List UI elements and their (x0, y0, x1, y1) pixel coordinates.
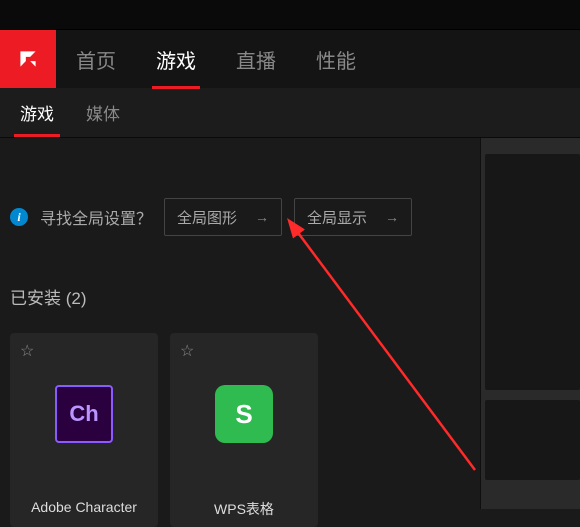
sidebar-tile[interactable] (485, 400, 580, 480)
nav-streaming[interactable]: 直播 (216, 30, 296, 88)
main-nav: 首页 游戏 直播 性能 (0, 30, 580, 88)
sidebar-tile[interactable] (485, 154, 580, 390)
global-display-button[interactable]: 全局显示 → (294, 198, 412, 236)
app-card[interactable]: ☆ S WPS表格 (170, 333, 318, 527)
global-graphics-button[interactable]: 全局图形 → (164, 198, 282, 236)
global-settings-row: i 寻找全局设置？ 全局图形 → 全局显示 → (10, 198, 470, 236)
arrow-right-icon: → (255, 209, 269, 225)
nav-performance[interactable]: 性能 (296, 30, 376, 88)
app-cards: ☆ Ch Adobe Character ☆ S WPS表格 (10, 333, 470, 527)
window-titlebar (0, 0, 580, 30)
favorite-star-icon[interactable]: ☆ (180, 341, 194, 361)
app-label: Adobe Character (31, 499, 137, 515)
nav-home[interactable]: 首页 (56, 30, 136, 88)
app-icon-wps: S (215, 385, 273, 443)
nav-gaming[interactable]: 游戏 (136, 30, 216, 88)
app-label: WPS表格 (214, 499, 274, 519)
content-area: i 寻找全局设置？ 全局图形 → 全局显示 → 已安装 (2) ☆ Ch Ado… (0, 138, 580, 509)
subnav-games[interactable]: 游戏 (4, 88, 70, 137)
global-settings-prompt: 寻找全局设置？ (40, 205, 152, 229)
amd-logo[interactable] (0, 30, 56, 88)
main-nav-items: 首页 游戏 直播 性能 (56, 30, 376, 88)
info-icon: i (10, 208, 28, 226)
left-pane: i 寻找全局设置？ 全局图形 → 全局显示 → 已安装 (2) ☆ Ch Ado… (0, 138, 480, 509)
global-display-label: 全局显示 (307, 207, 367, 228)
arrow-right-icon: → (385, 209, 399, 225)
app-icon-adobe-character: Ch (55, 385, 113, 443)
right-sidebar (480, 138, 580, 509)
favorite-star-icon[interactable]: ☆ (20, 341, 34, 361)
amd-logo-icon (15, 46, 41, 72)
sub-nav: 游戏 媒体 (0, 88, 580, 138)
subnav-media[interactable]: 媒体 (70, 88, 136, 137)
global-graphics-label: 全局图形 (177, 207, 237, 228)
installed-header: 已安装 (2) (10, 284, 470, 309)
app-card[interactable]: ☆ Ch Adobe Character (10, 333, 158, 527)
